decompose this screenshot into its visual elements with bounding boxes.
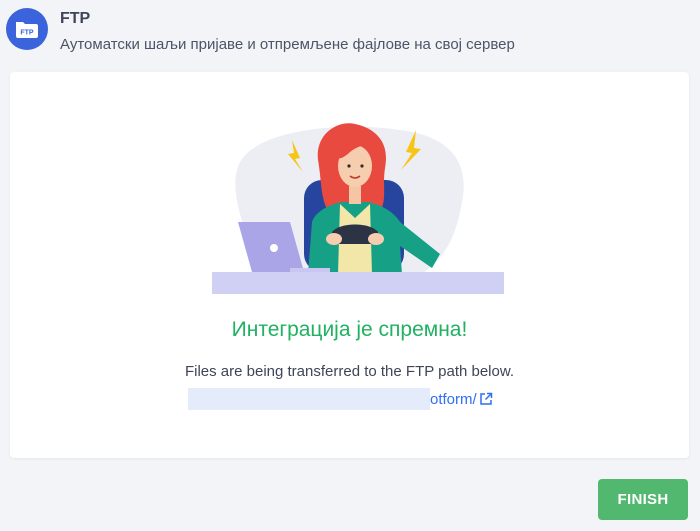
- woman-at-desk-illustration: [212, 123, 504, 294]
- finish-button[interactable]: FINISH: [598, 479, 688, 520]
- integration-ready-title: Интеграција је спремна!: [231, 318, 468, 341]
- integration-ready-card: Интеграција је спремна! Files are being …: [10, 72, 689, 458]
- ftp-folder-icon: FTP: [6, 8, 48, 50]
- ftp-path-redacted: [188, 388, 430, 410]
- ftp-path-link[interactable]: otform/: [430, 391, 493, 408]
- external-link-icon: [479, 392, 493, 406]
- integration-title: FTP: [60, 10, 91, 27]
- ftp-path-text: otform/: [430, 390, 477, 408]
- ftp-icon-label: FTP: [20, 30, 34, 37]
- integration-subtitle: Аутоматски шаљи пријаве и отпремљене фај…: [60, 36, 515, 53]
- ftp-path-row: otform/: [188, 387, 493, 411]
- integration-header: FTP FTP Аутоматски шаљи пријаве и отпрем…: [0, 0, 700, 66]
- transfer-description: Files are being transferred to the FTP p…: [184, 363, 515, 380]
